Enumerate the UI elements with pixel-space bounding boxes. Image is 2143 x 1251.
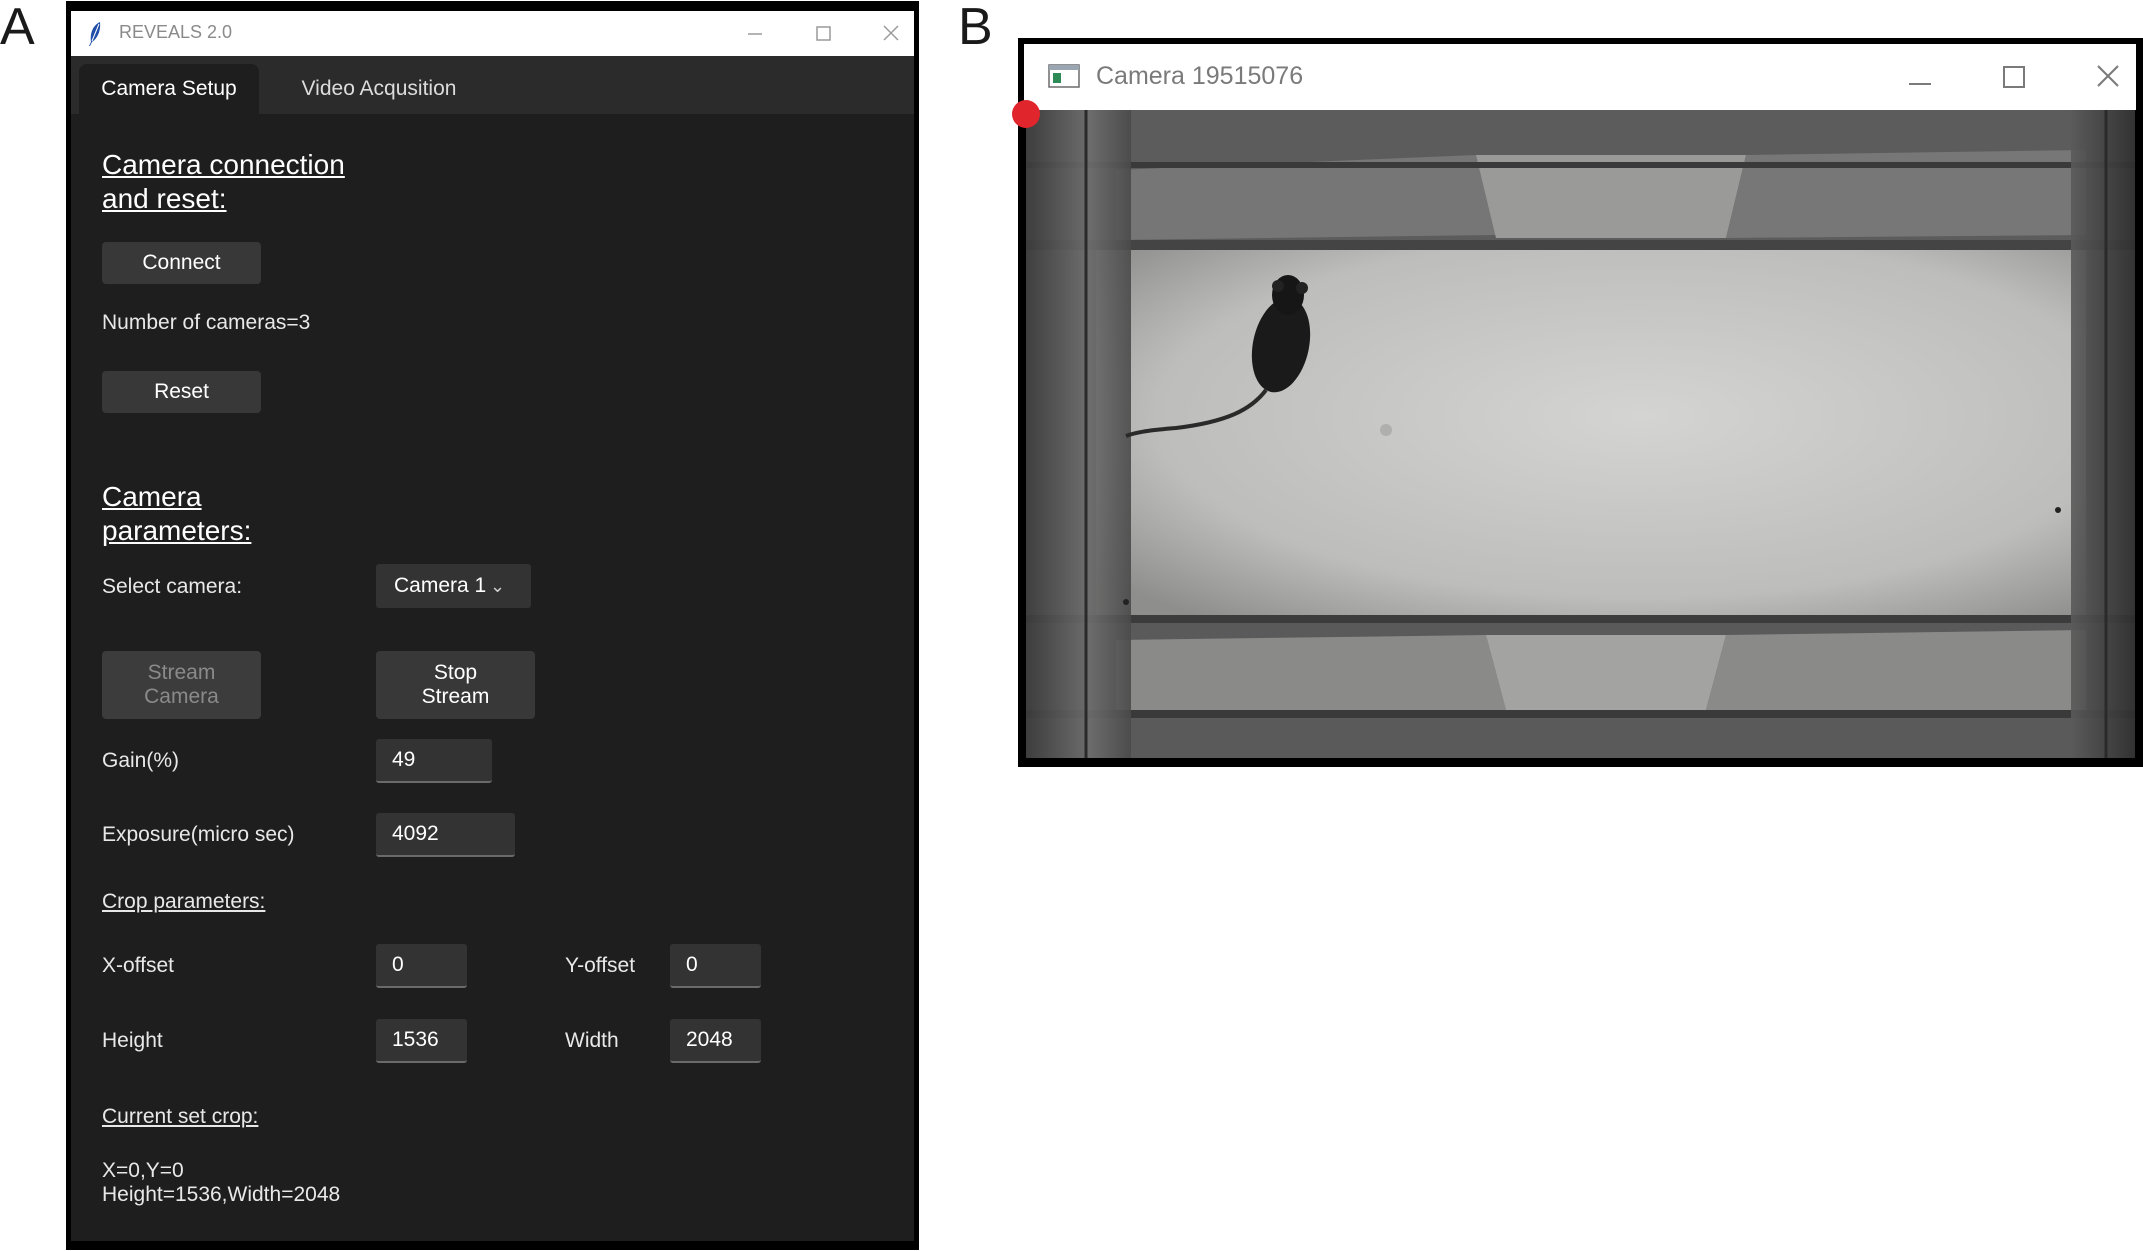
- camera-feed-image: [1026, 110, 2135, 758]
- camera-maximize-button[interactable]: [1968, 44, 2058, 110]
- parameters-heading-line1: Camera: [102, 481, 202, 512]
- minimize-icon: [748, 33, 762, 35]
- reveals-window: REVEALS 2.0 Camera Setup Video Acqusitio…: [66, 1, 919, 1250]
- exposure-label: Exposure(micro sec): [102, 823, 295, 846]
- exposure-input[interactable]: 4092: [376, 813, 515, 857]
- close-icon: [883, 25, 899, 41]
- width-label: Width: [565, 1029, 619, 1052]
- height-input[interactable]: 1536: [376, 1019, 467, 1063]
- tab-camera-setup[interactable]: Camera Setup: [79, 64, 259, 114]
- current-crop-values: X=0,Y=0 Height=1536,Width=2048: [102, 1159, 340, 1207]
- window-client-area: Camera Setup Video Acqusition Camera con…: [71, 56, 914, 1241]
- number-of-cameras-text: Number of cameras=3: [102, 311, 311, 334]
- title-bar[interactable]: REVEALS 2.0: [71, 11, 914, 56]
- window-title: REVEALS 2.0: [119, 22, 233, 42]
- stop-stream-line1: Stop: [433, 661, 478, 684]
- mouse-arena-image: [1026, 110, 2135, 758]
- camera-window-title: Camera 19515076: [1096, 62, 1304, 90]
- stop-stream-button[interactable]: Stop Stream: [376, 651, 535, 719]
- stream-camera-line1: Stream: [147, 661, 216, 684]
- panel-label-b: B: [958, 0, 993, 56]
- select-camera-label: Select camera:: [102, 575, 243, 598]
- y-offset-label: Y-offset: [565, 954, 636, 977]
- maximize-button[interactable]: [793, 11, 853, 56]
- camera-feed-window: Camera 19515076: [1012, 38, 2143, 767]
- parameters-heading: Camera parameters:: [102, 480, 251, 548]
- minimize-button[interactable]: [725, 11, 785, 56]
- minimize-icon: [1909, 83, 1931, 85]
- connection-heading: Camera connection and reset:: [102, 148, 345, 216]
- feather-icon: [89, 22, 101, 46]
- y-offset-input[interactable]: 0: [670, 944, 761, 988]
- camera-minimize-button[interactable]: [1873, 44, 1963, 110]
- chevron-down-icon: ⌄: [490, 576, 506, 596]
- camera-select[interactable]: Camera 1 ⌄: [376, 564, 531, 608]
- stop-stream-line2: Stream: [421, 685, 490, 708]
- gain-label: Gain(%): [102, 749, 180, 772]
- height-label: Height: [102, 1029, 163, 1052]
- camera-select-value: Camera 1: [394, 574, 487, 597]
- current-crop-line2: Height=1536,Width=2048: [102, 1183, 341, 1206]
- recording-indicator: [1012, 100, 1040, 128]
- maximize-icon: [816, 26, 831, 41]
- x-offset-input[interactable]: 0: [376, 944, 467, 988]
- window-app-icon: [1048, 64, 1080, 88]
- x-offset-label: X-offset: [102, 954, 174, 977]
- close-button[interactable]: [861, 11, 921, 56]
- tab-bar: Camera Setup Video Acqusition: [71, 56, 914, 114]
- gain-input[interactable]: 49: [376, 739, 492, 783]
- connect-button[interactable]: Connect: [102, 242, 261, 284]
- stream-camera-button[interactable]: Stream Camera: [102, 651, 261, 719]
- current-crop-line1: X=0,Y=0: [102, 1159, 184, 1182]
- stream-camera-line2: Camera: [144, 685, 219, 708]
- tab-video-acquisition[interactable]: Video Acqusition: [269, 64, 489, 114]
- close-icon: [2097, 65, 2119, 87]
- connection-heading-line2: and reset:: [102, 183, 227, 214]
- camera-title-bar[interactable]: Camera 19515076: [1024, 44, 2136, 110]
- width-input[interactable]: 2048: [670, 1019, 761, 1063]
- parameters-heading-line2: parameters:: [102, 515, 252, 546]
- connection-heading-line1: Camera connection: [102, 149, 345, 180]
- current-crop-heading: Current set crop:: [102, 1105, 259, 1128]
- camera-close-button[interactable]: [2064, 44, 2143, 110]
- reset-button[interactable]: Reset: [102, 371, 261, 413]
- maximize-icon: [2003, 66, 2025, 88]
- panel-label-a: A: [0, 0, 35, 56]
- crop-parameters-heading: Crop parameters:: [102, 890, 266, 913]
